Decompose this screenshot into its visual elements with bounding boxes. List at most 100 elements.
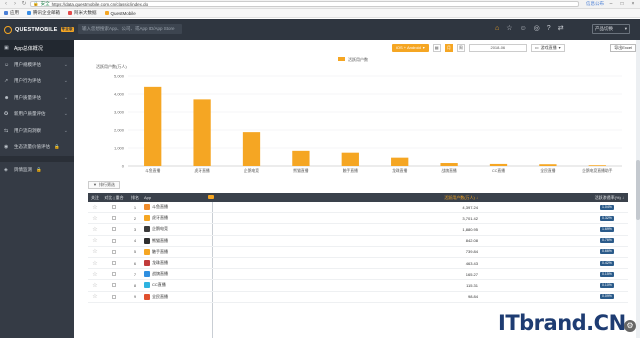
star-icon[interactable]: ☆ bbox=[88, 282, 102, 289]
compare-checkbox[interactable] bbox=[102, 294, 126, 299]
table-row[interactable]: ☆ 1 斗鱼直播 4,397.24 1.04% bbox=[88, 202, 628, 214]
filter-button[interactable]: ▼ 排行筛选 bbox=[88, 180, 120, 189]
calendar-icon[interactable]: ▦ bbox=[432, 43, 441, 52]
table-row[interactable]: ☆ 8 CC直播 115.31 0.10% bbox=[88, 280, 628, 292]
header-penetration-sort[interactable]: 活跃渗透率(%) ↓ bbox=[548, 195, 624, 201]
chart-svg: 活跃用户数(万人) 活跃用户数 0 1,000 2,000 3,000 4,000 5,000… bbox=[96, 56, 622, 173]
lock-icon: 🔒 bbox=[33, 1, 39, 6]
app-cell[interactable]: CC直播 bbox=[144, 282, 208, 289]
share-icon[interactable]: ⇄ bbox=[558, 24, 564, 34]
penetration-badge: 0.32% bbox=[600, 215, 614, 221]
sidebar-item-user-quality[interactable]: ☻ 用户质量评估 ⌄ bbox=[0, 90, 74, 107]
sidebar-item-public-opinion[interactable]: ◈ 舆情监测 🔒 bbox=[0, 162, 74, 179]
checkbox[interactable] bbox=[112, 205, 116, 210]
star-icon[interactable]: ☆ bbox=[506, 24, 512, 34]
close-icon[interactable]: × bbox=[629, 1, 637, 7]
star-icon[interactable]: ☆ bbox=[88, 260, 102, 267]
checkbox[interactable] bbox=[112, 283, 116, 288]
search-input[interactable]: 输入您想搜索App、公司、或App ID/App Store bbox=[78, 24, 182, 34]
app-cell[interactable]: 斗鱼直播 bbox=[144, 204, 208, 211]
star-icon[interactable]: ☆ bbox=[88, 215, 102, 222]
table-row[interactable]: ☆ 4 熊猫直播 842.08 0.76% bbox=[88, 236, 628, 247]
table-row[interactable]: ☆ 5 触手直播 739.84 0.66% bbox=[88, 247, 628, 258]
questmobile-logo[interactable]: QUESTMOBILE 专业版 bbox=[0, 19, 74, 40]
compare-checkbox[interactable] bbox=[102, 272, 126, 277]
app-cell[interactable]: 战旗直播 bbox=[144, 271, 208, 278]
week-toggle-button[interactable]: 周 bbox=[456, 43, 465, 52]
app-cell[interactable]: 虎牙直播 bbox=[144, 215, 208, 222]
checkbox[interactable] bbox=[112, 227, 116, 232]
compare-checkbox[interactable] bbox=[102, 249, 126, 254]
sidebar-item-user-scale[interactable]: ☺ 用户规模评估 ⌄ bbox=[0, 57, 74, 74]
bar-企鹅电竞直播助手 bbox=[588, 165, 606, 166]
help-icon[interactable]: ? bbox=[547, 24, 551, 34]
page-scrollbar[interactable] bbox=[636, 40, 640, 338]
person-icon[interactable]: ☺ bbox=[520, 24, 527, 34]
star-icon[interactable]: ☆ bbox=[88, 248, 102, 255]
mau-cell: 98.84 bbox=[467, 294, 478, 300]
product-switch-select[interactable]: 产品切换 ▾ bbox=[592, 24, 630, 34]
sidebar-item-new-user-quality[interactable]: ✪ 新用户质量评估 ⌄ bbox=[0, 106, 74, 123]
browser-user-label[interactable]: 信息公布 bbox=[586, 1, 604, 7]
table-row[interactable]: ☆ 6 龙珠直播 463.43 0.42% bbox=[88, 258, 628, 270]
compare-checkbox[interactable] bbox=[102, 205, 126, 210]
gear-icon[interactable]: ⚙ bbox=[624, 320, 636, 332]
url-field[interactable]: 🔒 安全 https://data.questmobile.com.cn/cla… bbox=[30, 1, 579, 7]
sidebar-item-app-overview[interactable]: ▣ App总体概况 bbox=[0, 40, 74, 57]
date-picker[interactable]: 2018-06 bbox=[468, 43, 527, 52]
scrollbar-thumb[interactable] bbox=[636, 160, 640, 220]
sidebar-item-ecosystem-traffic[interactable]: ◉ 生态流量价值评估 🔒 bbox=[0, 139, 74, 156]
ranking-table: 关注 对比 | 重合 排名 App 活跃用户数(万人) ↓ 活跃渗透率(%) ↓… bbox=[88, 193, 628, 338]
reload-icon[interactable]: ↻ bbox=[21, 1, 27, 7]
app-cell[interactable]: 全民直播 bbox=[144, 293, 208, 300]
app-cell[interactable]: 龙珠直播 bbox=[144, 260, 208, 267]
sidebar-item-user-flow[interactable]: ⇆ 用户流向洞察 ⌄ bbox=[0, 123, 74, 140]
app-cell[interactable]: 企鹅电竞 bbox=[144, 226, 208, 233]
checkbox[interactable] bbox=[112, 294, 116, 299]
compare-checkbox[interactable] bbox=[102, 283, 126, 288]
star-icon[interactable]: ☆ bbox=[88, 204, 102, 211]
bookmark-ami-data[interactable]: 阿米大数据 bbox=[68, 10, 97, 16]
category-select[interactable]: ▭ 游戏直播 ▾ bbox=[530, 43, 565, 52]
compare-checkbox[interactable] bbox=[102, 216, 126, 221]
column-resize-handle[interactable] bbox=[208, 195, 214, 199]
app-cell[interactable]: 熊猫直播 bbox=[144, 237, 208, 244]
compass-icon[interactable]: ◎ bbox=[534, 24, 540, 34]
bookmark-apps[interactable]: 应用 bbox=[4, 10, 19, 16]
checkbox[interactable] bbox=[112, 216, 116, 221]
table-row[interactable]: ☆ 7 战旗直播 165.27 0.15% bbox=[88, 269, 628, 281]
y-tick-label: 5,000 bbox=[114, 74, 125, 79]
compare-checkbox[interactable] bbox=[102, 238, 126, 243]
bookmark-tencent-mail[interactable]: 腾讯企业邮箱 bbox=[27, 10, 60, 16]
sidebar-item-user-behavior[interactable]: ↗ 用户行为评估 ⌄ bbox=[0, 73, 74, 90]
month-toggle-button[interactable]: 月 bbox=[444, 43, 453, 52]
app-logo-icon bbox=[144, 215, 150, 222]
bookmark-questmobile[interactable]: QuestMobile bbox=[104, 11, 136, 16]
header-mau-sort[interactable]: 活跃用户数(万人) ↓ bbox=[388, 195, 478, 201]
star-icon[interactable]: ☆ bbox=[88, 271, 102, 278]
x-tick-label: 龙珠直播 bbox=[392, 168, 407, 173]
home-icon[interactable]: ⌂ bbox=[495, 24, 499, 34]
forward-icon[interactable]: › bbox=[12, 1, 18, 7]
maximize-icon[interactable]: □ bbox=[618, 1, 626, 7]
checkbox[interactable] bbox=[112, 272, 116, 277]
star-icon[interactable]: ☆ bbox=[88, 226, 102, 233]
platform-select[interactable]: iOS + Android ▾ bbox=[392, 43, 429, 52]
compare-checkbox[interactable] bbox=[102, 261, 126, 266]
checkbox[interactable] bbox=[112, 238, 116, 243]
minimize-icon[interactable]: – bbox=[607, 1, 615, 7]
export-excel-button[interactable]: 导出Excel bbox=[610, 43, 636, 52]
app-cell[interactable]: 触手直播 bbox=[144, 248, 208, 255]
lock-icon: 🔒 bbox=[36, 166, 42, 172]
table-row[interactable]: ☆ 3 企鹅电竞 1,880.95 1.69% bbox=[88, 224, 628, 236]
table-row[interactable]: ☆ 2 虎牙直播 3,701.42 0.32% bbox=[88, 213, 628, 225]
compare-checkbox[interactable] bbox=[102, 227, 126, 232]
star-icon[interactable]: ☆ bbox=[88, 237, 102, 244]
checkbox[interactable] bbox=[112, 249, 116, 254]
bar-战旗直播 bbox=[440, 163, 458, 166]
legend-label: 活跃用户数 bbox=[348, 56, 368, 62]
back-icon[interactable]: ‹ bbox=[3, 1, 9, 7]
checkbox[interactable] bbox=[112, 261, 116, 266]
table-row[interactable]: ☆ 9 全民直播 98.84 0.09% bbox=[88, 292, 628, 303]
star-icon[interactable]: ☆ bbox=[88, 293, 102, 300]
